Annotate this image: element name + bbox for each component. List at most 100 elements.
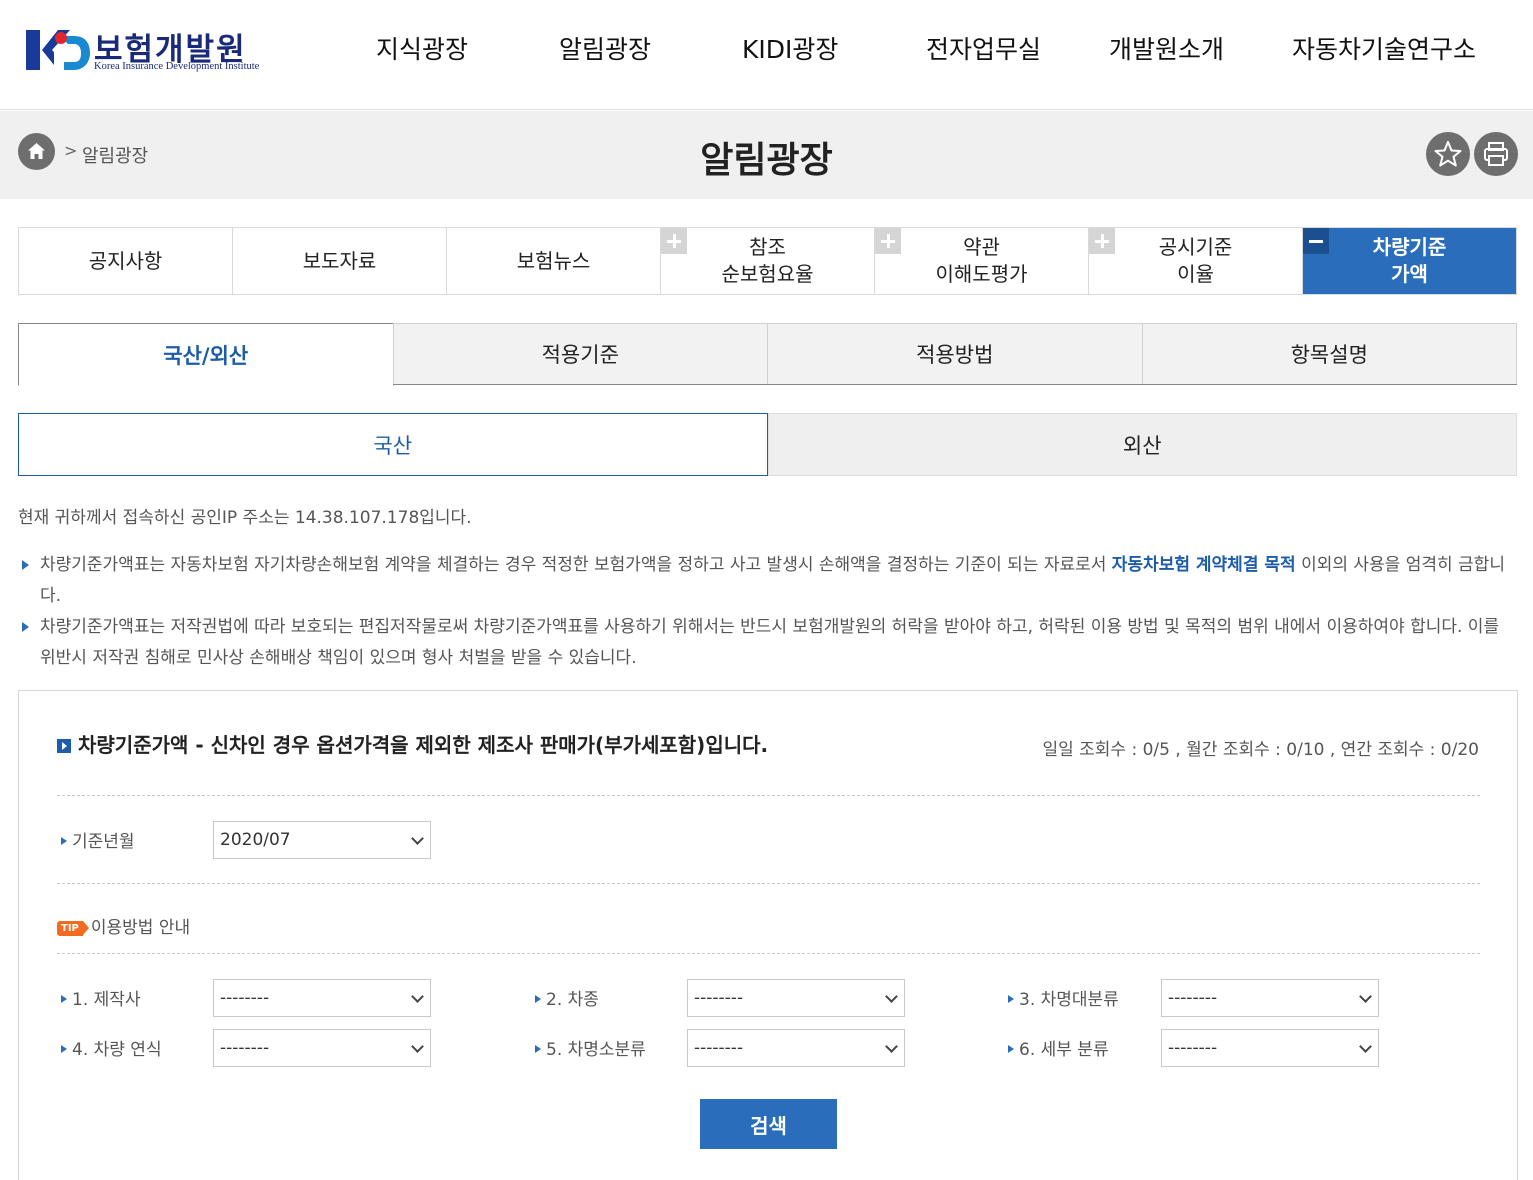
collapse-minus-icon[interactable] <box>1303 228 1329 254</box>
tab-criteria[interactable]: 적용기준 <box>392 323 768 384</box>
sub-menu-label: 약관 이해도평가 <box>935 235 1028 286</box>
star-icon <box>1434 141 1462 167</box>
base-month-select[interactable]: 2020/07 <box>213 821 431 859</box>
chevron-down-icon <box>885 1040 898 1053</box>
print-button[interactable] <box>1474 132 1518 176</box>
kidi-logo[interactable]: 보험개발원 Korea Insurance Development Instit… <box>24 24 274 78</box>
model-minor-select[interactable]: -------- <box>687 1029 905 1067</box>
gnb-item-auto-research[interactable]: 자동차기술연구소 <box>1292 30 1476 66</box>
category-tabs: 국산/외산 적용기준 적용방법 항목설명 <box>18 323 1517 386</box>
field-label-text: 5. 차명소분류 <box>546 1040 646 1060</box>
field-label-text: 기준년월 <box>72 832 135 852</box>
print-icon <box>1484 142 1508 166</box>
field-label-text: 1. 제작사 <box>72 990 141 1010</box>
gnb-item-e-office[interactable]: 전자업무실 <box>926 30 1041 66</box>
divider <box>57 795 1480 796</box>
search-panel-title-text: 차량기준가액 - 신차인 경우 옵션가격을 제외한 제조사 판매가(부가세포함)… <box>78 733 769 757</box>
select-value: -------- <box>694 1038 744 1058</box>
sub-menu-reference-rate[interactable]: 참조 순보험요율 <box>661 228 875 294</box>
select-value: -------- <box>220 988 270 1008</box>
gnb-item-kidi-plaza[interactable]: KIDI광장 <box>742 30 838 66</box>
model-year-label: 4. 차량 연식 <box>61 1035 162 1060</box>
search-button[interactable]: 검색 <box>700 1099 837 1149</box>
sub-menu-label: 보도자료 <box>302 248 377 273</box>
car-type-select[interactable]: -------- <box>687 979 905 1017</box>
chevron-down-icon <box>411 990 424 1003</box>
bullet-triangle-icon <box>61 837 67 845</box>
expand-plus-icon[interactable] <box>875 228 901 254</box>
tip-badge: TIP <box>57 921 89 936</box>
chevron-down-icon <box>411 1040 424 1053</box>
usage-notes: 차량기준가액표는 자동차보험 자기차량손해보험 계약을 체결하는 경우 적정한 … <box>18 550 1517 674</box>
bullet-triangle-icon <box>61 995 67 1003</box>
model-major-select[interactable]: -------- <box>1161 979 1379 1017</box>
gnb-item-knowledge[interactable]: 지식광장 <box>376 30 468 66</box>
expand-plus-icon[interactable] <box>661 228 687 254</box>
tab-foreign[interactable]: 외산 <box>767 413 1517 476</box>
bullet-triangle-icon <box>1008 1045 1014 1053</box>
bullet-triangle-icon <box>1008 995 1014 1003</box>
select-value: -------- <box>1168 988 1218 1008</box>
sub-menu-label: 공시기준 이율 <box>1158 235 1233 286</box>
sub-menu-label: 보험뉴스 <box>516 248 591 273</box>
usage-guide-text: 이용방법 안내 <box>90 918 191 938</box>
logo-text-english: Korea Insurance Development Institute <box>94 61 260 72</box>
expand-plus-icon[interactable] <box>1089 228 1115 254</box>
note-item: 차량기준가액표는 저작권법에 따라 보호되는 편집저작물로써 차량기준가액표를 … <box>18 612 1517 674</box>
sub-menu-label: 공지사항 <box>88 248 163 273</box>
bullet-triangle-icon <box>535 1045 541 1053</box>
manufacturer-label: 1. 제작사 <box>61 985 141 1010</box>
sub-menu-vehicle-value[interactable]: 차량기준 가액 <box>1303 228 1516 294</box>
model-major-label: 3. 차명대분류 <box>1008 985 1119 1010</box>
title-band: > 알림광장 알림광장 <box>0 111 1533 199</box>
sub-menu-label: 차량기준 가액 <box>1372 235 1447 286</box>
sub-menu-disclosure-rate[interactable]: 공시기준 이율 <box>1089 228 1303 294</box>
sub-menu-insurance-news[interactable]: 보험뉴스 <box>447 228 661 294</box>
sub-menu-label: 참조 순보험요율 <box>721 235 814 286</box>
gnb-item-about[interactable]: 개발원소개 <box>1109 30 1224 66</box>
car-type-label: 2. 차종 <box>535 985 599 1010</box>
ip-notice: 현재 귀하께서 접속하신 공인IP 주소는 14.38.107.178입니다. <box>18 508 472 528</box>
sub-menu: 공지사항 보도자료 보험뉴스 참조 순보험요율 약관 이해도평가 공시기준 이율… <box>18 227 1517 295</box>
chevron-down-icon <box>411 832 424 845</box>
search-panel: 차량기준가액 - 신차인 경우 옵션가격을 제외한 제조사 판매가(부가세포함)… <box>18 690 1518 1180</box>
favorite-button[interactable] <box>1426 132 1470 176</box>
chevron-down-icon <box>885 990 898 1003</box>
detail-class-select[interactable]: -------- <box>1161 1029 1379 1067</box>
field-label-text: 2. 차종 <box>546 990 599 1010</box>
note-text: 차량기준가액표는 저작권법에 따라 보호되는 편집저작물로써 차량기준가액표를 … <box>40 617 1500 668</box>
sub-menu-terms-evaluation[interactable]: 약관 이해도평가 <box>875 228 1089 294</box>
divider <box>57 953 1480 954</box>
note-text: 차량기준가액표는 자동차보험 자기차량손해보험 계약을 체결하는 경우 적정한 … <box>40 555 1112 575</box>
tab-domestic[interactable]: 국산 <box>18 413 768 476</box>
select-value: -------- <box>220 1038 270 1058</box>
usage-guide-link[interactable]: TIP 이용방법 안내 <box>57 913 190 938</box>
note-highlight: 자동차보험 계약체결 목적 <box>1111 555 1296 575</box>
field-label-text: 4. 차량 연식 <box>72 1040 162 1060</box>
select-value: -------- <box>1168 1038 1218 1058</box>
tab-domestic-foreign[interactable]: 국산/외산 <box>18 323 394 386</box>
detail-class-label: 6. 세부 분류 <box>1008 1035 1109 1060</box>
model-minor-label: 5. 차명소분류 <box>535 1035 646 1060</box>
sub-menu-press[interactable]: 보도자료 <box>233 228 447 294</box>
manufacturer-select[interactable]: -------- <box>213 979 431 1017</box>
site-header: 보험개발원 Korea Insurance Development Instit… <box>0 0 1533 110</box>
select-value: 2020/07 <box>220 830 291 850</box>
tab-item-description[interactable]: 항목설명 <box>1141 323 1517 384</box>
tab-method[interactable]: 적용방법 <box>767 323 1143 384</box>
kidi-logo-mark-icon <box>26 30 90 70</box>
model-year-select[interactable]: -------- <box>213 1029 431 1067</box>
chevron-down-icon <box>1359 990 1372 1003</box>
page-title: 알림광장 <box>700 140 833 181</box>
bullet-triangle-icon <box>535 995 541 1003</box>
sub-menu-notice[interactable]: 공지사항 <box>19 228 233 294</box>
field-label-text: 3. 차명대분류 <box>1019 990 1119 1010</box>
base-month-label: 기준년월 <box>61 827 135 852</box>
gnb-item-notice-plaza[interactable]: 알림광장 <box>559 30 651 66</box>
field-label-text: 6. 세부 분류 <box>1019 1040 1109 1060</box>
chevron-down-icon <box>1359 1040 1372 1053</box>
select-value: -------- <box>694 988 744 1008</box>
note-item: 차량기준가액표는 자동차보험 자기차량손해보험 계약을 체결하는 경우 적정한 … <box>18 550 1517 612</box>
origin-tabs: 국산 외산 <box>18 413 1517 476</box>
query-count: 일일 조회수 : 0/5 , 월간 조회수 : 0/10 , 연간 조회수 : … <box>1042 740 1479 760</box>
